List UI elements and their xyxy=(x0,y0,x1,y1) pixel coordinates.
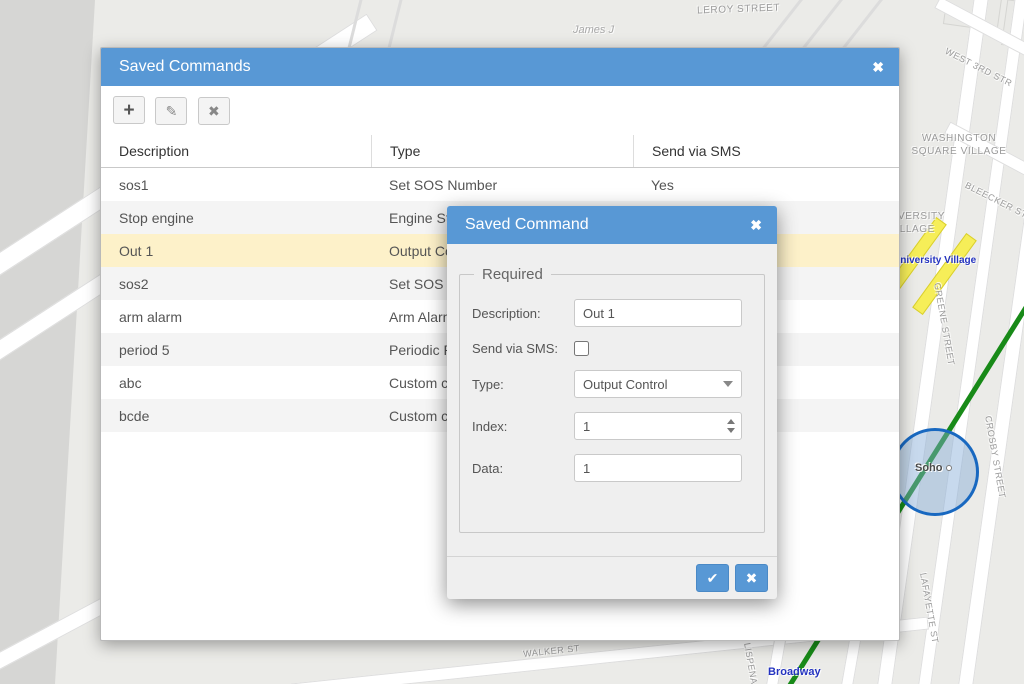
data-label: Data: xyxy=(472,461,574,476)
cell-description: bcde xyxy=(101,408,371,424)
cell-description: period 5 xyxy=(101,342,371,358)
saved-commands-titlebar: Saved Commands ✖ xyxy=(101,48,899,86)
table-header: Description Type Send via SMS xyxy=(101,135,899,168)
stepper-arrows[interactable] xyxy=(727,419,735,433)
table-row[interactable]: sos1 Set SOS Number Yes xyxy=(101,168,899,201)
index-label: Index: xyxy=(472,419,574,434)
data-input[interactable] xyxy=(574,454,742,482)
cell-description: Stop engine xyxy=(101,210,371,226)
type-select-value: Output Control xyxy=(583,377,668,392)
cell-type: Set SOS Number xyxy=(371,177,633,193)
required-fieldset: Required Description: Send via SMS: Type… xyxy=(459,266,765,533)
window-title: Saved Commands xyxy=(119,58,251,76)
plus-icon: + xyxy=(123,101,134,120)
close-icon: ✖ xyxy=(746,570,758,587)
poi-dot-icon xyxy=(946,465,952,471)
dialog-footer: ✔ ✖ xyxy=(447,556,777,599)
form-row-type: Type: Output Control xyxy=(472,370,752,398)
map-label-lispenard: LISPENA xyxy=(742,642,759,684)
fieldset-legend: Required xyxy=(474,266,551,283)
check-icon: ✔ xyxy=(707,570,719,587)
cell-description: abc xyxy=(101,375,371,391)
sms-label: Send via SMS: xyxy=(472,341,574,356)
confirm-button[interactable]: ✔ xyxy=(696,564,729,592)
dialog-body: Required Description: Send via SMS: Type… xyxy=(447,244,777,556)
index-input[interactable] xyxy=(574,412,742,440)
cell-description: sos2 xyxy=(101,276,371,292)
map-label-james: James J xyxy=(573,24,614,36)
index-stepper xyxy=(574,412,742,440)
dialog-title: Saved Command xyxy=(465,216,589,234)
map-label-leroy-street: LEROY STREET xyxy=(697,3,780,17)
column-header-description: Description xyxy=(101,135,371,167)
description-input[interactable] xyxy=(574,299,742,327)
map-label-broadway: Broadway xyxy=(768,666,821,678)
add-command-button[interactable]: + xyxy=(113,96,145,124)
column-header-type: Type xyxy=(371,135,633,167)
type-select[interactable]: Output Control xyxy=(574,370,742,398)
type-label: Type: xyxy=(472,377,574,392)
close-icon[interactable]: ✖ xyxy=(750,218,762,232)
cell-description: arm alarm xyxy=(101,309,371,325)
chevron-down-icon xyxy=(727,428,735,433)
map-label-washington-square-village: WASHINGTON SQUARE VILLAGE xyxy=(903,132,1015,158)
pencil-icon: ✎ xyxy=(166,103,178,120)
column-header-sms: Send via SMS xyxy=(633,135,899,167)
saved-command-dialog: Saved Command ✖ Required Description: Se… xyxy=(447,206,777,599)
edit-command-button[interactable]: ✎ xyxy=(155,97,187,125)
form-row-data: Data: xyxy=(472,454,752,482)
form-row-description: Description: xyxy=(472,299,752,327)
sms-checkbox[interactable] xyxy=(574,341,589,356)
delete-icon: ✖ xyxy=(208,103,220,120)
description-label: Description: xyxy=(472,306,574,321)
commands-toolbar: + ✎ ✖ xyxy=(101,86,899,135)
close-icon[interactable]: ✖ xyxy=(872,60,884,74)
form-row-index: Index: xyxy=(472,412,752,440)
chevron-up-icon xyxy=(727,419,735,424)
map-label-university-village-poi: University Village xyxy=(893,255,976,266)
delete-command-button[interactable]: ✖ xyxy=(198,97,230,125)
cell-description: Out 1 xyxy=(101,243,371,259)
form-row-sms: Send via SMS: xyxy=(472,341,752,356)
cancel-button[interactable]: ✖ xyxy=(735,564,768,592)
soho-text: Soho xyxy=(915,462,943,474)
chevron-down-icon xyxy=(723,381,733,387)
saved-command-titlebar: Saved Command ✖ xyxy=(447,206,777,244)
map-label-soho: Soho xyxy=(915,462,952,474)
cell-description: sos1 xyxy=(101,177,371,193)
cell-sms: Yes xyxy=(633,177,899,193)
